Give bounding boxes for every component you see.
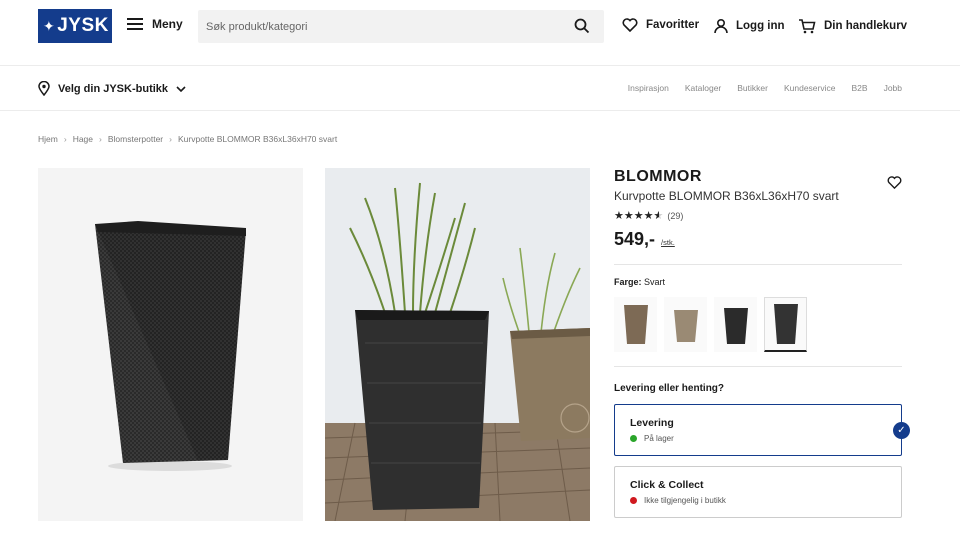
search-bar (198, 10, 604, 43)
stock-status: Ikke tilgjengelig i butikk (630, 496, 886, 505)
delivery-option-levering[interactable]: Levering På lager ✓ (614, 404, 910, 456)
price-unit: /stk. (661, 238, 675, 247)
out-of-stock-dot-icon (630, 497, 637, 504)
product-image-lifestyle[interactable] (325, 168, 590, 521)
color-value: Svart (644, 277, 666, 287)
link-butikker[interactable]: Butikker (737, 83, 768, 93)
search-icon[interactable] (574, 18, 590, 34)
site-header: ✦ JYSK Meny Favoritter Logg inn Di (0, 0, 960, 66)
divider (614, 264, 902, 265)
stock-status-text: På lager (644, 434, 674, 443)
stock-status: På lager (630, 434, 886, 443)
cart-link[interactable]: Din handlekurv (798, 18, 907, 34)
cart-label: Din handlekurv (824, 20, 908, 32)
bird-icon: ✦ (43, 17, 56, 34)
link-kundeservice[interactable]: Kundeservice (784, 83, 836, 93)
menu-label: Meny (152, 17, 183, 31)
link-kataloger[interactable]: Kataloger (685, 83, 721, 93)
breadcrumb: Hjem › Hage › Blomsterpotter › Kurvpotte… (38, 134, 337, 144)
breadcrumb-blomsterpotter[interactable]: Blomsterpotter (108, 134, 163, 144)
breadcrumb-separator-icon: › (169, 134, 172, 144)
swatch-svart-selected[interactable] (764, 297, 807, 352)
menu-button[interactable]: Meny (127, 17, 183, 31)
favorite-heart-icon[interactable] (887, 176, 902, 189)
link-b2b[interactable]: B2B (851, 83, 867, 93)
breadcrumb-current: Kurvpotte BLOMMOR B36xL36xH70 svart (177, 134, 338, 144)
secondary-links: Inspirasjon Kataloger Butikker Kundeserv… (628, 83, 902, 93)
price-amount: 549,- (614, 229, 656, 249)
favorites-link[interactable]: Favoritter (622, 18, 699, 32)
breadcrumb-separator-icon: › (99, 134, 102, 144)
product-info: BLOMMOR Kurvpotte BLOMMOR B36xL36xH70 sv… (614, 168, 910, 518)
heart-icon (622, 18, 638, 32)
jysk-logo[interactable]: ✦ JYSK (38, 9, 112, 43)
login-link[interactable]: Logg inn (714, 18, 785, 34)
color-swatches (614, 297, 904, 352)
product-name: Kurvpotte BLOMMOR B36xL36xH70 svart (614, 189, 839, 203)
login-label: Logg inn (736, 20, 785, 32)
product-image-main[interactable] (38, 168, 303, 521)
favorites-label: Favoritter (646, 19, 700, 31)
option-title: Levering (630, 417, 674, 429)
cart-icon (799, 19, 816, 34)
product-price: 549,- /stk. (614, 229, 904, 250)
search-input[interactable] (198, 10, 568, 43)
breadcrumb-separator-icon: › (63, 134, 67, 144)
star-rating-icon: ★★★★★ ★ (614, 210, 664, 222)
chevron-down-icon (176, 85, 186, 92)
breadcrumb-hage[interactable]: Hage (73, 134, 93, 144)
product-rating[interactable]: ★★★★★ ★ (29) (614, 209, 904, 222)
breadcrumb-home[interactable]: Hjem (38, 134, 58, 144)
sub-navigation: Velg din JYSK-butikk Inspirasjon Katalog… (0, 66, 960, 111)
store-label: Velg din JYSK-butikk (58, 82, 169, 95)
product-brand: BLOMMOR (614, 168, 702, 185)
hamburger-icon (127, 18, 143, 30)
swatch-beige[interactable] (664, 297, 707, 352)
stock-status-text: Ikke tilgjengelig i butikk (644, 496, 726, 505)
in-stock-dot-icon (630, 435, 637, 442)
color-selection-label: Farge: Svart (614, 277, 904, 287)
link-jobb[interactable]: Jobb (884, 83, 902, 93)
store-selector[interactable]: Velg din JYSK-butikk (38, 81, 186, 96)
option-title: Click & Collect (630, 479, 704, 491)
color-label: Farge: (614, 277, 642, 287)
review-count: (29) (667, 210, 684, 221)
divider (614, 366, 902, 367)
check-icon: ✓ (893, 422, 910, 439)
location-pin-icon (38, 81, 50, 96)
swatch-brun[interactable] (614, 297, 657, 352)
delivery-option-click-collect[interactable]: Click & Collect Ikke tilgjengelig i buti… (614, 466, 902, 518)
link-inspirasjon[interactable]: Inspirasjon (628, 83, 669, 93)
user-icon (714, 18, 728, 34)
logo-text: JYSK (57, 15, 109, 36)
swatch-svart[interactable] (714, 297, 757, 352)
delivery-heading: Levering eller henting? (614, 383, 725, 394)
